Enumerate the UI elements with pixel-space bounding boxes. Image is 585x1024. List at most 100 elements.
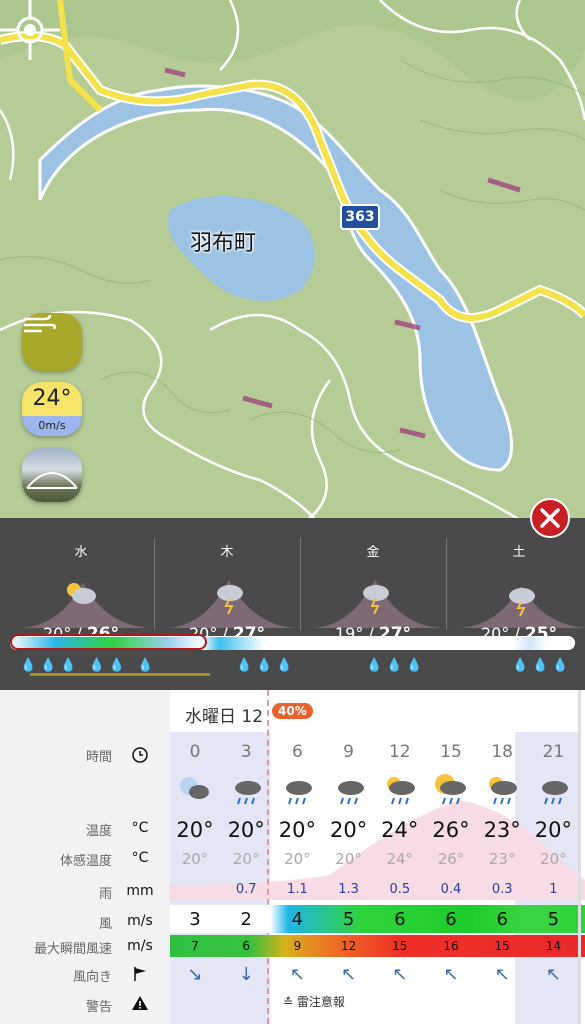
wind-value: 5 [547,909,560,930]
unit-feels: °C [131,850,149,866]
day-name: 土 [512,545,526,560]
sun-cloud-rain-icon [426,770,476,810]
gust-value: 15 [494,939,510,953]
day-name: 水 [74,545,88,560]
rain-drops-fri: 💧💧💧 [366,658,427,673]
temperature-value: 24° [381,818,419,842]
rain-cloud-icon [528,770,578,810]
wind-value: 6 [445,909,457,930]
temperature-value: 20° [227,818,265,842]
feels-like-value: 23° [488,850,516,868]
temperature-value: 20° [176,818,214,842]
hourly-table[interactable]: 時間 温度 °C 体感温度 °C 雨 mm 風 m/s 最大瞬間風速 m/s 風… [0,690,585,1024]
selected-day-marker [10,634,207,650]
unit-temp: °C [131,820,149,836]
feels-like-value: 20° [284,850,311,868]
scrollbar[interactable] [578,690,581,1024]
temperature-value: 20° [278,818,316,842]
rain-cloud-icon [324,770,374,810]
temperature-value: 20° [329,818,368,842]
gust-value: 6 [242,939,250,953]
rain-value: 1.3 [338,882,359,897]
feels-like-value: 20° [181,850,209,868]
rain-drops-thu: 💧💧💧 [236,658,297,673]
temperature-value: 20° [534,818,572,842]
gust-value: 9 [293,939,302,953]
close-button[interactable] [530,498,570,538]
label-direction: 風向き [72,970,112,985]
wind-direction-icon: ↖ [443,964,459,985]
rain-value: 1.1 [287,882,308,897]
hour-label: 0 [189,742,201,762]
day-card-sat[interactable]: 土 20° / 25° [446,538,585,650]
unit-rain: mm [126,883,154,899]
rain-drops-wed: 💧💧💧 💧💧 💧 [20,658,158,673]
hour-label: 9 [343,742,354,762]
day-name: 木 [220,545,234,560]
current-temperature: 24° [22,382,82,416]
rain-value: 1 [549,882,558,897]
gust-value: 15 [392,939,408,953]
feels-like-value: 26° [437,850,465,868]
rain-value: 0.5 [389,882,411,897]
route-badge: 363 [340,204,380,230]
warning-icon [132,996,148,1010]
bridge-icon [26,472,78,489]
day-underline [30,673,210,676]
day-name: 金 [366,545,380,560]
wind-direction-icon: ↖ [545,964,561,985]
temperature-value: 23° [483,818,521,842]
gust-value: 14 [545,939,562,953]
label-temp: 温度 [85,824,112,839]
unit-gust: m/s [127,938,153,954]
feels-like-value: 20° [232,850,260,868]
wind-direction-icon: ↓ [238,964,254,985]
partly-cloudy-thunder-icon [18,583,154,628]
wind-direction-icon: ↘ [187,964,203,985]
sun-rain-icon [375,770,425,810]
feels-like-value: 20° [540,850,567,868]
thunderstorm-icon [164,580,300,628]
thunderstorm-icon [310,580,446,628]
wind-value: 5 [342,909,355,930]
webcam-thumbnail-button[interactable] [22,448,82,502]
map-view[interactable]: 羽布町 363 24° 0m/s [0,0,585,525]
hour-label: 15 [440,742,462,762]
gust-value: 16 [443,939,459,953]
wind-direction-icon: ↖ [289,964,305,985]
rain-value: 0.4 [440,882,462,897]
label-time: 時間 [85,750,112,765]
hour-label: 3 [240,742,252,762]
partly-cloudy-night-icon [170,770,220,810]
flag-icon [134,967,146,981]
temperature-value: 26° [432,818,470,842]
hour-label: 12 [388,742,411,762]
wind-layer-button[interactable] [22,313,82,371]
wind-direction-icon: ↖ [392,964,408,985]
rain-value: 0.7 [235,882,257,897]
wind-value: 6 [496,909,508,930]
wind-value: 6 [394,909,406,930]
precip-badge: 40% [272,703,313,719]
day-card-fri[interactable]: 金 19° / 27° [300,538,446,650]
wind-direction-icon: ↖ [494,964,510,985]
daily-forecast: 水 20° / 26° 木 20° / 27° 金 19° / 27° 土 20… [0,518,585,690]
map-canvas [0,0,585,525]
sun-rain-icon [477,770,527,810]
label-warning: 警告 [85,1000,112,1015]
unit-wind: m/s [127,913,153,929]
crosshair-icon [0,0,60,60]
thunderstorm-icon [456,586,585,628]
wind-value: 4 [291,909,304,930]
current-conditions-button[interactable]: 24° 0m/s [22,382,82,436]
clock-icon [132,747,148,763]
hour-label: 6 [291,742,303,762]
warning-text[interactable]: ≛ 雷注意報 [283,993,345,1010]
label-feels: 体感温度 [59,854,112,869]
label-wind: 風 [98,917,112,932]
hour-label: 21 [542,742,565,762]
row-labels: 時間 温度 °C 体感温度 °C 雨 mm 風 m/s 最大瞬間風速 m/s 風… [0,690,170,1024]
rain-cloud-icon [221,770,271,810]
wind-icon [24,314,56,333]
wind-value: 3 [189,909,201,930]
